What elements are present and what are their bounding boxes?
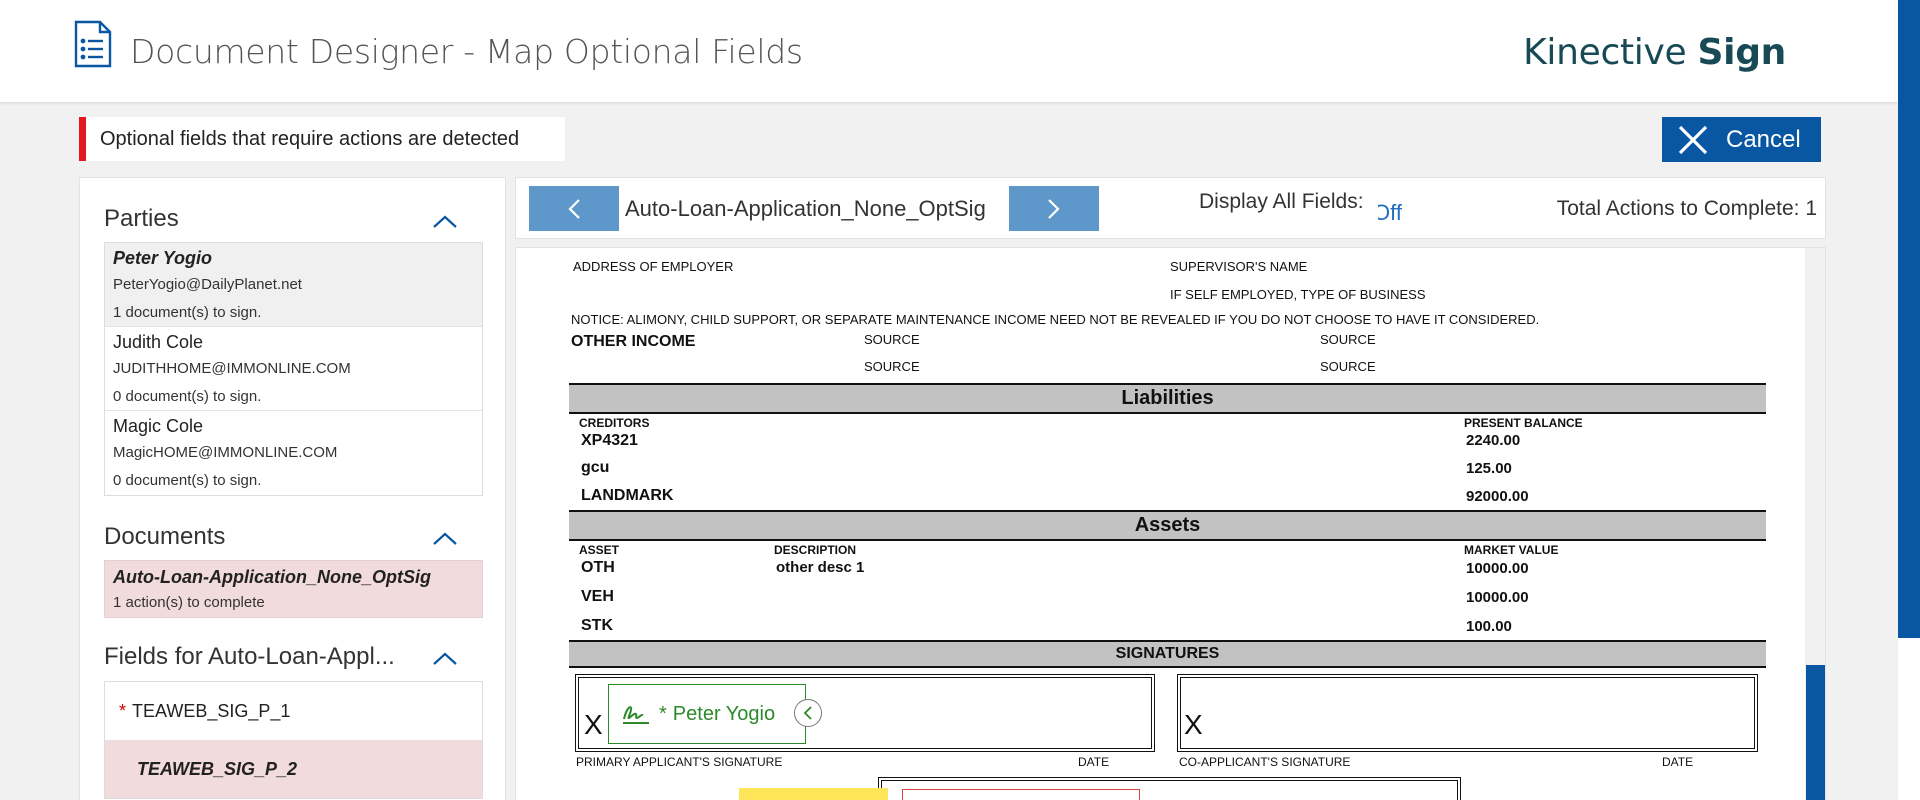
document-name: Auto-Loan-Application_None_OptSig (113, 567, 431, 587)
chevron-left-icon (803, 706, 812, 720)
action-required-alert: Optional fields that require actions are… (79, 117, 565, 161)
signature-field-tag[interactable]: * Peter Yogio (608, 684, 806, 744)
balance-value: 125.00 (1466, 460, 1512, 477)
close-icon (1678, 125, 1708, 154)
chevron-up-icon[interactable] (431, 530, 459, 546)
page-title: Document Designer - Map Optional Fields (130, 32, 803, 71)
highlighted-field[interactable] (739, 788, 888, 800)
assets-section-bar: Assets (569, 510, 1766, 541)
previous-document-button[interactable] (529, 186, 619, 231)
required-marker: * (119, 701, 127, 721)
pdf-label: PRIMARY APPLICANT'S SIGNATURE (576, 755, 783, 769)
document-viewer: ADDRESS OF EMPLOYER SUPERVISOR'S NAME IF… (515, 247, 1826, 800)
pdf-label: DATE (1078, 755, 1110, 769)
app-header: Document Designer - Map Optional Fields … (0, 0, 1898, 102)
page-scrollbar-thumb[interactable] (1898, 0, 1920, 638)
party-doc-count: 0 document(s) to sign. (113, 472, 262, 489)
viewer-scrollbar-thumb[interactable] (1806, 665, 1825, 800)
creditor-value: LANDMARK (581, 487, 674, 504)
asset-description: other desc 1 (776, 559, 865, 576)
chevron-left-icon (568, 198, 580, 219)
field-item[interactable]: TEAWEB_SIG_P_2 (105, 740, 482, 798)
next-document-button[interactable] (1009, 186, 1099, 231)
party-item[interactable]: Judith Cole JUDITHHOME@IMMONLINE.COM 0 d… (105, 327, 482, 411)
pdf-label: DATE (1662, 755, 1694, 769)
cancel-button[interactable]: Cancel (1662, 117, 1821, 162)
asset-value: VEH (581, 588, 614, 605)
field-name: TEAWEB_SIG_P_2 (137, 759, 298, 779)
pdf-label: SUPERVISOR'S NAME (1170, 259, 1308, 274)
pdf-label: SOURCE (1320, 332, 1376, 347)
pdf-page: ADDRESS OF EMPLOYER SUPERVISOR'S NAME IF… (516, 248, 1805, 800)
signatures-section-bar: SIGNATURES (569, 640, 1766, 668)
document-item[interactable]: Auto-Loan-Application_None_OptSig 1 acti… (104, 560, 483, 618)
fields-heading: Fields for Auto-Loan-Appl... (104, 643, 395, 670)
signature-pen-icon (623, 706, 649, 724)
party-doc-count: 0 document(s) to sign. (113, 388, 262, 405)
display-all-fields-toggle[interactable]: Off (1378, 200, 1414, 226)
party-name: Peter Yogio (113, 248, 213, 268)
party-name: Judith Cole (113, 332, 204, 352)
document-list-icon (74, 20, 112, 68)
required-marker: * (659, 702, 667, 725)
field-item[interactable]: * TEAWEB_SIG_P_1 (105, 682, 482, 740)
pdf-column-header: DESCRIPTION (774, 543, 857, 557)
balance-value: 2240.00 (1466, 432, 1521, 449)
party-item[interactable]: Magic Cole MagicHOME@IMMONLINE.COM 0 doc… (105, 411, 482, 495)
parties-heading: Parties (104, 205, 179, 232)
required-field-outline[interactable] (902, 789, 1140, 800)
chevron-up-icon[interactable] (431, 213, 459, 229)
pdf-column-header: ASSET (579, 543, 620, 557)
signature-x-mark: X (584, 709, 603, 740)
pdf-column-header: MARKET VALUE (1464, 543, 1559, 557)
chevron-up-icon[interactable] (431, 650, 459, 666)
brand-logo: Kinective Sign (1523, 32, 1786, 73)
pdf-label: CO-APPLICANT'S SIGNATURE (1179, 755, 1351, 769)
display-all-fields-label: Display All Fields: (1199, 190, 1364, 213)
parties-list: Peter Yogio PeterYogio@DailyPlanet.net 1… (104, 242, 483, 496)
document-toolbar: Auto-Loan-Application_None_OptSig Displa… (515, 177, 1826, 239)
market-value: 10000.00 (1466, 560, 1529, 577)
pdf-label: IF SELF EMPLOYED, TYPE OF BUSINESS (1170, 287, 1426, 302)
party-email: JUDITHHOME@IMMONLINE.COM (113, 360, 351, 377)
co-applicant-signature-box (1177, 674, 1758, 752)
pdf-label: SOURCE (1320, 359, 1376, 374)
party-name: Magic Cole (113, 416, 204, 436)
signature-x-mark: X (1184, 709, 1203, 740)
party-item[interactable]: Peter Yogio PeterYogio@DailyPlanet.net 1… (105, 243, 482, 327)
market-value: 10000.00 (1466, 589, 1529, 606)
asset-value: OTH (581, 559, 615, 576)
pdf-label: ADDRESS OF EMPLOYER (573, 259, 734, 274)
total-actions-count: Total Actions to Complete: 1 (1556, 197, 1817, 220)
document-name: Auto-Loan-Application_None_OptSig (625, 196, 986, 221)
asset-value: STK (581, 617, 613, 634)
pdf-label: SOURCE (864, 359, 920, 374)
pdf-label: SOURCE (864, 332, 920, 347)
cancel-label: Cancel (1726, 125, 1801, 153)
balance-value: 92000.00 (1466, 488, 1529, 505)
pdf-notice: NOTICE: ALIMONY, CHILD SUPPORT, OR SEPAR… (571, 312, 1540, 327)
pdf-column-header: PRESENT BALANCE (1464, 416, 1583, 430)
creditor-value: gcu (581, 459, 610, 476)
documents-heading: Documents (104, 523, 226, 550)
pdf-column-header: CREDITORS (579, 416, 650, 430)
liabilities-section-bar: Liabilities (569, 383, 1766, 414)
party-email: MagicHOME@IMMONLINE.COM (113, 444, 338, 461)
document-status: 1 action(s) to complete (113, 594, 265, 611)
fields-list: * TEAWEB_SIG_P_1 TEAWEB_SIG_P_2 (104, 681, 483, 799)
signer-name: Peter Yogio (672, 702, 776, 725)
field-name: TEAWEB_SIG_P_1 (132, 701, 291, 721)
creditor-value: XP4321 (581, 432, 638, 449)
collapse-tag-button[interactable] (794, 699, 822, 727)
chevron-right-icon (1048, 198, 1060, 219)
party-doc-count: 1 document(s) to sign. (113, 304, 262, 321)
market-value: 100.00 (1466, 618, 1512, 635)
party-email: PeterYogio@DailyPlanet.net (113, 276, 302, 293)
left-panel: Parties Peter Yogio PeterYogio@DailyPlan… (79, 177, 506, 800)
pdf-heading: OTHER INCOME (571, 333, 696, 350)
